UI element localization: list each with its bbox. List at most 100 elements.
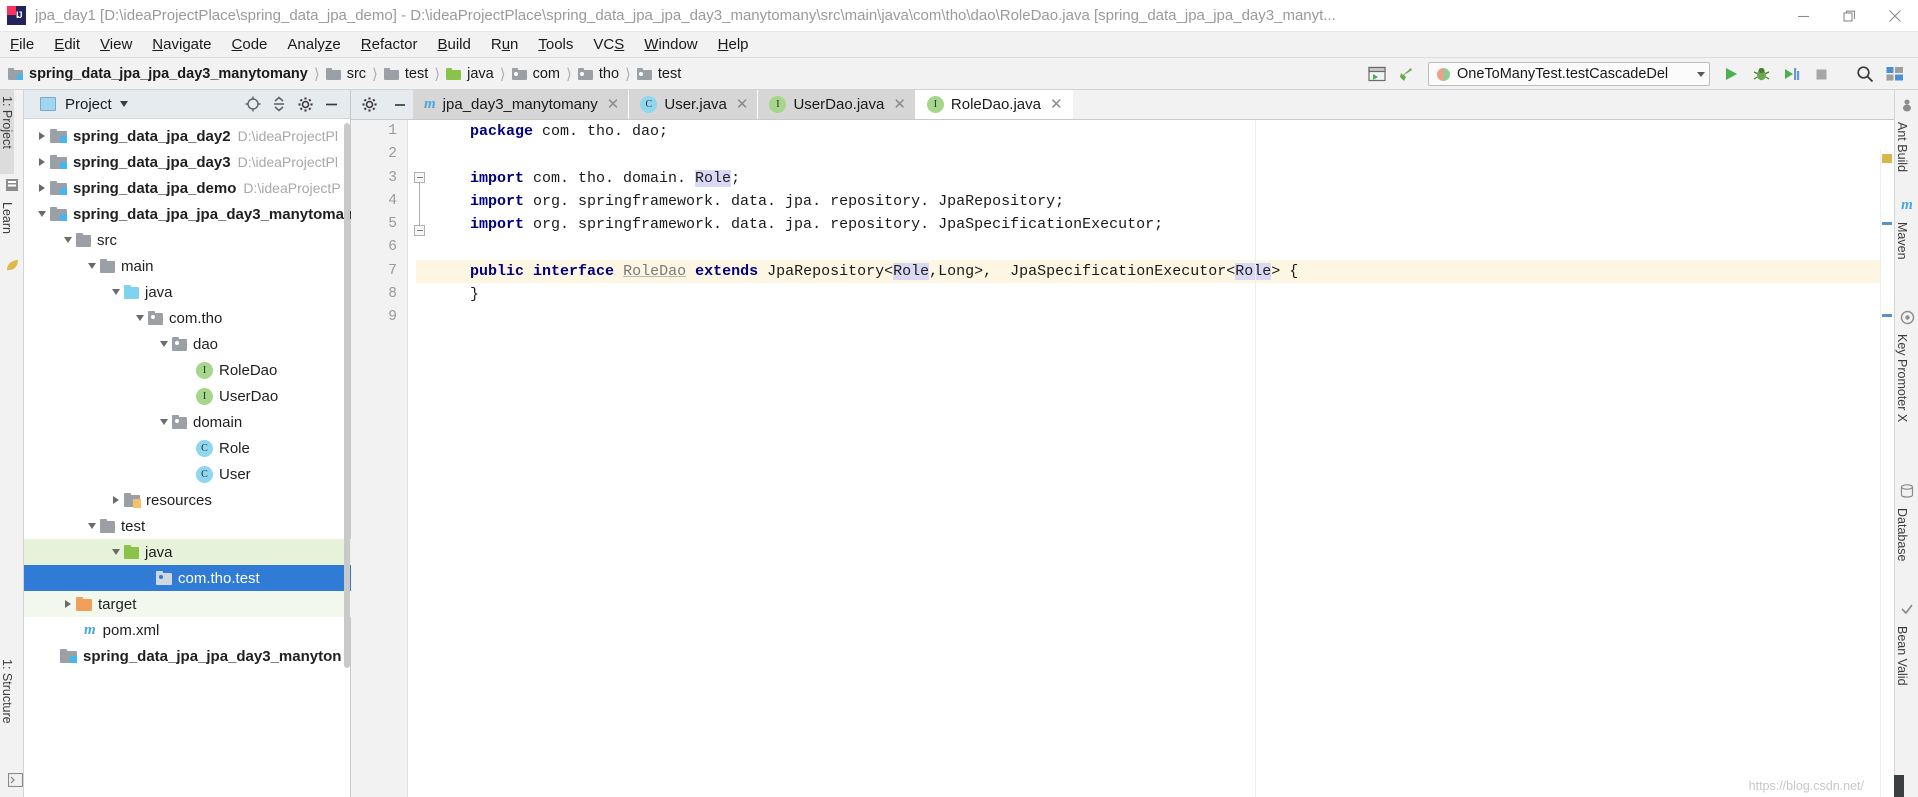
menu-build[interactable]: Build [427, 32, 480, 58]
tree-row-resources[interactable]: resources [24, 487, 351, 513]
code-marker[interactable] [1882, 314, 1892, 317]
run-button[interactable] [1716, 61, 1746, 87]
bean-validation-glyph-icon[interactable] [1895, 598, 1918, 620]
key-promoter-glyph-icon[interactable] [1895, 306, 1918, 328]
breadcrumb-item-tho[interactable]: tho [577, 66, 619, 82]
menu-tools[interactable]: Tools [528, 32, 583, 58]
chevron-down-icon[interactable] [119, 101, 128, 107]
tree-row-test[interactable]: test [24, 513, 351, 539]
editor-hide-button[interactable] [387, 90, 413, 119]
tree-row-package[interactable]: domain [24, 409, 351, 435]
close-icon[interactable]: ✕ [1050, 97, 1063, 112]
run-configuration-selector[interactable]: OneToManyTest.testCascadeDel [1428, 62, 1710, 86]
menu-file[interactable]: File [0, 32, 44, 58]
menu-run[interactable]: Run [481, 32, 529, 58]
tree-row-src[interactable]: src [24, 227, 351, 253]
collapse-arrow-icon[interactable] [60, 237, 76, 243]
collapse-arrow-icon[interactable] [84, 523, 100, 529]
tree-row-module[interactable]: spring_data_jpa_day2 D:\ideaProjectPl [24, 123, 351, 149]
expand-arrow-icon[interactable] [60, 600, 76, 608]
gear-icon[interactable] [292, 91, 318, 117]
collapse-arrow-icon[interactable] [108, 289, 124, 295]
ant-build-glyph-icon[interactable] [1895, 94, 1918, 116]
menu-window[interactable]: Window [634, 32, 707, 58]
editor-tab-jpa-day3-manytomany[interactable]: m jpa_day3_manytomany ✕ [413, 90, 630, 119]
editor-tab-roledao-java[interactable]: I RoleDao.java ✕ [915, 90, 1073, 119]
scroll-from-source-button[interactable] [240, 91, 266, 117]
menu-navigate[interactable]: Navigate [142, 32, 221, 58]
tool-window-database[interactable]: Database [1895, 502, 1909, 578]
tree-row-package[interactable]: dao [24, 331, 351, 357]
expand-arrow-icon[interactable] [34, 132, 50, 140]
breadcrumb-item-src[interactable]: src [325, 66, 366, 82]
hide-panel-button[interactable] [318, 91, 344, 117]
restore-button[interactable] [1826, 0, 1872, 32]
collapse-arrow-icon[interactable] [156, 419, 172, 425]
tree-row-file[interactable]: C User [24, 461, 351, 487]
menu-help[interactable]: Help [708, 32, 759, 58]
leaf-icon[interactable] [0, 254, 24, 276]
inspection-status-marker[interactable] [1882, 154, 1892, 163]
tree-row-test-java[interactable]: java [24, 539, 351, 565]
editor-tab-userdao-java[interactable]: I UserDao.java ✕ [758, 90, 916, 119]
editor-tab-user-java[interactable]: C User.java ✕ [629, 90, 759, 119]
close-button[interactable] [1872, 0, 1918, 32]
menu-analyze[interactable]: Analyze [277, 32, 350, 58]
code-fold-toggle-icon[interactable] [414, 172, 425, 183]
tool-window-bean-validation[interactable]: Bean Valid [1895, 620, 1909, 706]
build-hammer-icon[interactable] [1392, 61, 1422, 87]
tree-row-package[interactable]: com.tho [24, 305, 351, 331]
expand-arrow-icon[interactable] [34, 184, 50, 192]
menu-refactor[interactable]: Refactor [351, 32, 428, 58]
code-editor[interactable]: 1 2 3 4 5 6 7 8 9 package com. tho. dao;… [351, 120, 1894, 797]
close-icon[interactable]: ✕ [736, 97, 749, 112]
collapse-arrow-icon[interactable] [84, 263, 100, 269]
tree-row-module[interactable]: spring_data_jpa_jpa_day3_manytoman [24, 201, 351, 227]
tool-window-key-promoter[interactable]: Key Promoter X [1895, 328, 1909, 452]
menu-edit[interactable]: Edit [44, 32, 90, 58]
tool-window-ant-build[interactable]: Ant Build [1895, 116, 1909, 194]
layout-grid-icon[interactable] [1880, 61, 1910, 87]
close-icon[interactable]: ✕ [893, 97, 906, 112]
collapse-arrow-icon[interactable] [132, 315, 148, 321]
tree-row-pom[interactable]: m pom.xml [24, 617, 351, 643]
collapse-arrow-icon[interactable] [108, 549, 124, 555]
search-everywhere-icon[interactable] [1850, 61, 1880, 87]
breadcrumb-item-java[interactable]: java [446, 66, 494, 82]
tree-row-selected-package[interactable]: com.tho.test [24, 565, 351, 591]
collapse-arrow-icon[interactable] [156, 341, 172, 347]
tree-row-file[interactable]: I UserDao [24, 383, 351, 409]
code-marker[interactable] [1882, 222, 1892, 225]
tree-row-java[interactable]: java [24, 279, 351, 305]
collapse-all-button[interactable] [266, 91, 292, 117]
tree-row-file[interactable]: C Role [24, 435, 351, 461]
tree-row-module[interactable]: spring_data_jpa_demo D:\ideaProjectP [24, 175, 351, 201]
tool-window-structure[interactable]: 1: Structure [0, 653, 14, 757]
tree-row-file[interactable]: I RoleDao [24, 357, 351, 383]
collapse-arrow-icon[interactable] [34, 211, 50, 217]
tree-row-module[interactable]: spring_data_jpa_day3 D:\ideaProjectPl [24, 149, 351, 175]
structure-icon[interactable] [0, 174, 24, 196]
expand-arrow-icon[interactable] [108, 496, 124, 504]
menu-vcs[interactable]: VCS [583, 32, 634, 58]
breadcrumb-item-test-package[interactable]: test [636, 66, 681, 82]
editor-settings-gear-icon[interactable] [351, 90, 387, 119]
close-icon[interactable]: ✕ [607, 97, 620, 112]
menu-code[interactable]: Code [222, 32, 278, 58]
tree-row-main[interactable]: main [24, 253, 351, 279]
debug-button[interactable] [1746, 61, 1776, 87]
menu-view[interactable]: View [90, 32, 142, 58]
run-console-icon[interactable] [1362, 61, 1392, 87]
stop-button[interactable] [1806, 61, 1836, 87]
tool-window-project[interactable]: 1: Project [0, 90, 14, 174]
scrollbar-thumb[interactable] [344, 123, 350, 668]
breadcrumb-item-com[interactable]: com [511, 66, 560, 82]
breadcrumb-item-test[interactable]: test [383, 66, 428, 82]
expand-arrow-icon[interactable] [34, 158, 50, 166]
editor-scrollbar[interactable] [1880, 150, 1894, 797]
project-panel-scrollbar[interactable] [343, 123, 350, 683]
minimize-button[interactable] [1780, 0, 1826, 32]
code-content[interactable]: package com. tho. dao; import com. tho. … [408, 120, 1894, 797]
tree-row-target[interactable]: target [24, 591, 351, 617]
tool-window-learn[interactable]: Learn [0, 196, 14, 254]
